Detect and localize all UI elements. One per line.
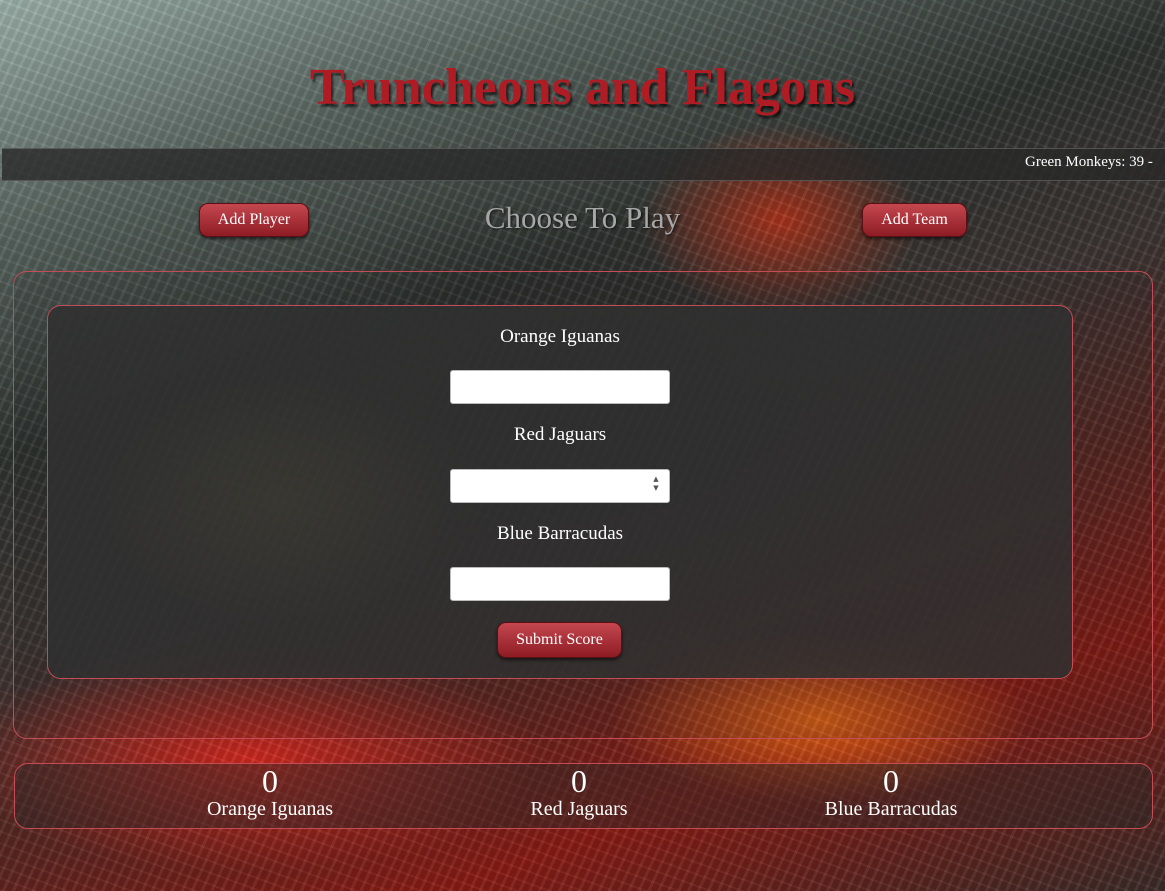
- score-ticker: Green Monkeys: 39 -: [2, 148, 1165, 181]
- choose-to-play-heading: Choose To Play: [484, 200, 681, 235]
- team-label-blue-barracudas: Blue Barracudas: [496, 523, 624, 544]
- score-value: 0: [262, 763, 278, 799]
- red-jaguars-score-input[interactable]: [450, 469, 670, 503]
- score-value: 0: [571, 763, 587, 799]
- scoreboard-entry-red-jaguars: 0 Red Jaguars: [459, 764, 699, 820]
- ticker-text: Green Monkeys: 39 -: [1025, 154, 1153, 170]
- team-label-red-jaguars: Red Jaguars: [513, 424, 607, 445]
- page-title: Truncheons and Flagons: [309, 59, 856, 116]
- orange-iguanas-score-input[interactable]: [450, 370, 670, 404]
- add-team-button[interactable]: Add Team: [862, 203, 967, 237]
- score-value: 0: [883, 763, 899, 799]
- number-spinner-icon[interactable]: ▲ ▼: [650, 475, 662, 495]
- blue-barracudas-score-input[interactable]: [450, 567, 670, 601]
- scoreboard-entry-orange-iguanas: 0 Orange Iguanas: [150, 764, 390, 820]
- scoreboard-entry-blue-barracudas: 0 Blue Barracudas: [771, 764, 1011, 820]
- score-team-name: Blue Barracudas: [824, 798, 958, 820]
- score-team-name: Red Jaguars: [530, 798, 628, 820]
- score-team-name: Orange Iguanas: [206, 798, 334, 820]
- team-label-orange-iguanas: Orange Iguanas: [500, 326, 620, 347]
- submit-score-button[interactable]: Submit Score: [497, 622, 622, 658]
